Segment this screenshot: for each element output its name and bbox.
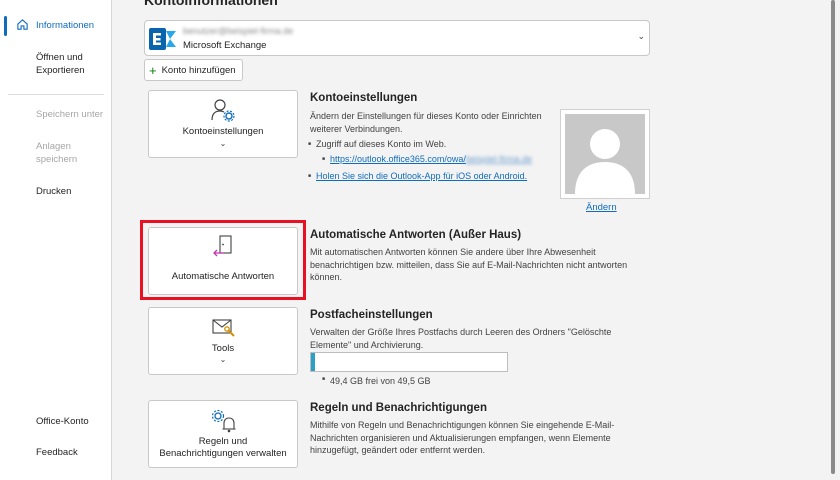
change-picture-link[interactable]: Ändern [586,202,617,213]
section-title-account-settings: Kontoeinstellungen [310,92,418,104]
home-icon [17,19,28,30]
web-access-text: Zugriff auf dieses Konto im Web. [308,138,446,150]
web-access-link[interactable]: https://outlook.office365.com/owa/beispi… [322,153,532,165]
scrollbar-thumb[interactable] [831,0,835,474]
mailbox-tools-button[interactable]: Tools ⌄ [148,307,298,375]
mailbox-tools-icon [212,319,235,337]
account-info-pane: Kontoinformationen benutzer@beispiel-fir… [112,0,828,480]
mailbox-storage-text: 49,4 GB frei von 49,5 GB [322,376,431,386]
highlight-frame [140,220,306,300]
section-desc-auto-reply: Mit automatischen Antworten können Sie a… [310,247,628,282]
section-desc-account-settings: Ändern der Einstellungen für dieses Kont… [310,111,542,134]
outlook-app-link[interactable]: Holen Sie sich die Outlook-App für iOS o… [308,170,527,182]
active-indicator [4,16,7,36]
account-settings-button[interactable]: Kontoeinstellungen ⌄ [148,90,298,158]
plus-icon: + [149,62,157,78]
section-title-rules: Regeln und Benachrichtigungen [310,402,487,414]
rules-alerts-icon [211,409,236,433]
section-title-auto-reply: Automatische Antworten (Außer Haus) [310,229,522,241]
chevron-down-icon: ⌄ [219,355,227,364]
section-title-mailbox: Postfacheinstellungen [310,309,433,321]
account-type: Microsoft Exchange [183,40,267,51]
add-account-button[interactable]: + Konto hinzufügen [144,59,243,81]
exchange-icon [149,28,176,50]
account-selector-dropdown[interactable]: benutzer@beispiel-firma.de Microsoft Exc… [144,20,650,56]
person-placeholder-icon [575,129,635,194]
profile-picture [560,109,650,199]
section-desc-rules: Mithilfe von Regeln und Benachrichtigung… [310,420,615,455]
sidebar-divider [8,94,104,95]
mailbox-storage-fill [311,353,315,371]
section-desc-mailbox: Verwalten der Größe Ihres Postfachs durc… [310,327,612,350]
account-settings-icon [211,99,235,122]
page-title: Kontoinformationen [144,0,278,8]
rules-alerts-button[interactable]: Regeln und Benachrichtigungen verwalten [148,400,298,468]
chevron-down-icon: ⌄ [637,31,645,41]
mailbox-storage-bar [310,352,508,372]
chevron-down-icon: ⌄ [219,139,227,148]
backstage-sidebar: Informationen Öffnen und Exportieren Spe… [0,0,112,480]
account-email: benutzer@beispiel-firma.de [183,26,294,36]
